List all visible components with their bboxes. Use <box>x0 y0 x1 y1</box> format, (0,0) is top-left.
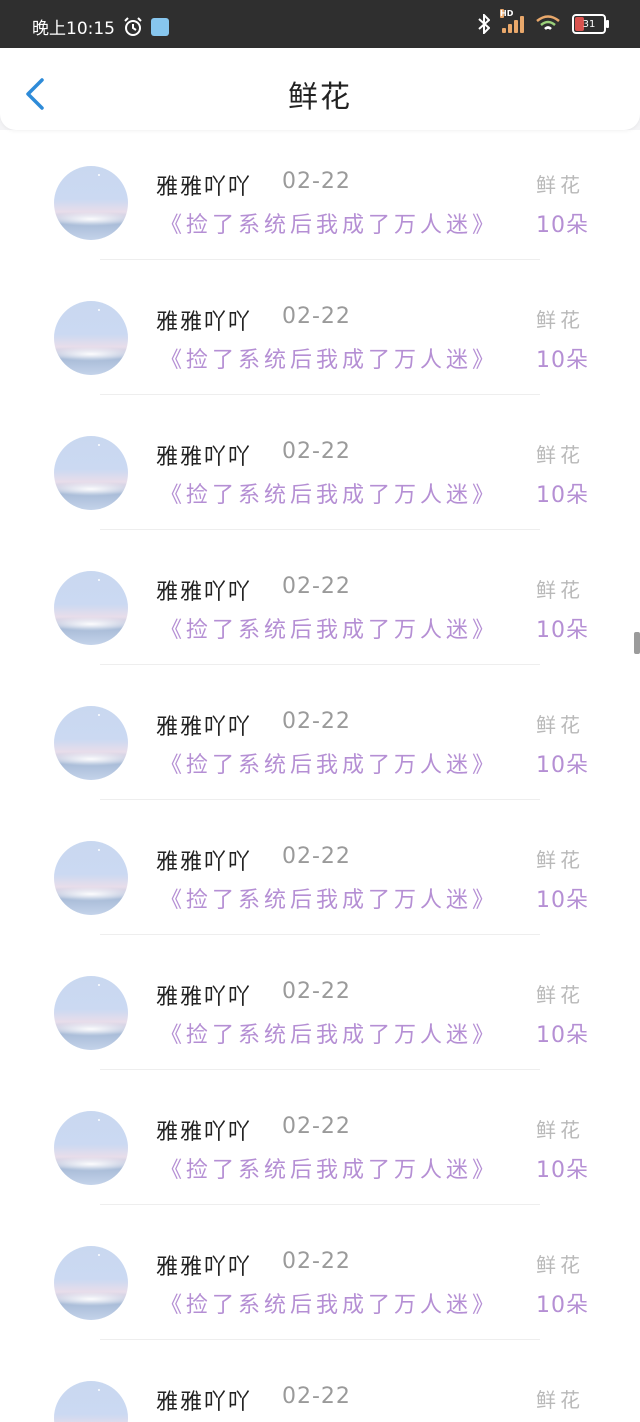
avatar[interactable] <box>54 706 128 780</box>
user-name: 雅雅吖吖 <box>156 580 253 605</box>
wifi-icon <box>536 15 560 33</box>
gift-amount: 10朵 <box>536 753 589 778</box>
user-name: 雅雅吖吖 <box>156 1390 253 1415</box>
list-item[interactable]: 雅雅吖吖 02-22 《捡了系统后我成了万人迷》 鲜花 10朵 <box>0 1340 640 1422</box>
gift-type: 鲜花 <box>536 848 584 872</box>
record-date: 02-22 <box>282 1114 351 1139</box>
book-title-link[interactable]: 《捡了系统后我成了万人迷》 <box>160 477 498 509</box>
list-item[interactable]: 雅雅吖吖 02-22 《捡了系统后我成了万人迷》 鲜花 10朵 <box>0 130 640 260</box>
user-name: 雅雅吖吖 <box>156 1120 253 1145</box>
book-title-link[interactable]: 《捡了系统后我成了万人迷》 <box>160 207 498 239</box>
record-date: 02-22 <box>282 979 351 1004</box>
record-date: 02-22 <box>282 709 351 734</box>
gift-type: 鲜花 <box>536 713 584 737</box>
record-date: 02-22 <box>282 1384 351 1409</box>
avatar[interactable] <box>54 166 128 240</box>
record-date: 02-22 <box>282 1249 351 1274</box>
user-name: 雅雅吖吖 <box>156 985 253 1010</box>
list-item[interactable]: 雅雅吖吖 02-22 《捡了系统后我成了万人迷》 鲜花 10朵 <box>0 800 640 935</box>
list-item[interactable]: 雅雅吖吖 02-22 《捡了系统后我成了万人迷》 鲜花 10朵 <box>0 1205 640 1340</box>
book-title-link[interactable]: 《捡了系统后我成了万人迷》 <box>160 612 498 644</box>
gift-type: 鲜花 <box>536 443 584 467</box>
gift-type: 鲜花 <box>536 1253 584 1277</box>
list-item[interactable]: 雅雅吖吖 02-22 《捡了系统后我成了万人迷》 鲜花 10朵 <box>0 395 640 530</box>
book-title-link[interactable]: 《捡了系统后我成了万人迷》 <box>160 342 498 374</box>
gift-type: 鲜花 <box>536 1118 584 1142</box>
gift-amount: 10朵 <box>536 483 589 508</box>
top-nav-bar: 鲜花 <box>0 48 640 130</box>
gift-record-list[interactable]: 雅雅吖吖 02-22 《捡了系统后我成了万人迷》 鲜花 10朵 雅雅吖吖 02-… <box>0 130 640 1422</box>
gift-amount: 10朵 <box>536 888 589 913</box>
avatar[interactable] <box>54 1111 128 1185</box>
gift-amount: 10朵 <box>536 1023 589 1048</box>
gift-amount: 10朵 <box>536 348 589 373</box>
user-name: 雅雅吖吖 <box>156 445 253 470</box>
gift-type: 鲜花 <box>536 173 584 197</box>
signal-icon: HD <box>500 9 524 33</box>
record-date: 02-22 <box>282 439 351 464</box>
page-title: 鲜花 <box>288 80 352 115</box>
avatar[interactable] <box>54 436 128 510</box>
gift-type: 鲜花 <box>536 308 584 332</box>
user-name: 雅雅吖吖 <box>156 1255 253 1280</box>
avatar[interactable] <box>54 841 128 915</box>
status-bar: 晚上10:15 HD 31 <box>0 0 640 48</box>
book-title-link[interactable]: 《捡了系统后我成了万人迷》 <box>160 1017 498 1049</box>
app-notification-icon <box>151 17 169 36</box>
user-name: 雅雅吖吖 <box>156 850 253 875</box>
bluetooth-icon <box>478 14 490 34</box>
list-item[interactable]: 雅雅吖吖 02-22 《捡了系统后我成了万人迷》 鲜花 10朵 <box>0 1070 640 1205</box>
record-date: 02-22 <box>282 304 351 329</box>
book-title-link[interactable]: 《捡了系统后我成了万人迷》 <box>160 1287 498 1319</box>
avatar[interactable] <box>54 1381 128 1422</box>
user-name: 雅雅吖吖 <box>156 715 253 740</box>
gift-amount: 10朵 <box>536 1293 589 1318</box>
list-item[interactable]: 雅雅吖吖 02-22 《捡了系统后我成了万人迷》 鲜花 10朵 <box>0 530 640 665</box>
scrollbar[interactable] <box>634 632 640 654</box>
avatar[interactable] <box>54 301 128 375</box>
list-item[interactable]: 雅雅吖吖 02-22 《捡了系统后我成了万人迷》 鲜花 10朵 <box>0 260 640 395</box>
list-item[interactable]: 雅雅吖吖 02-22 《捡了系统后我成了万人迷》 鲜花 10朵 <box>0 935 640 1070</box>
gift-amount: 10朵 <box>536 213 589 238</box>
gift-type: 鲜花 <box>536 578 584 602</box>
record-date: 02-22 <box>282 169 351 194</box>
book-title-link[interactable]: 《捡了系统后我成了万人迷》 <box>160 747 498 779</box>
record-date: 02-22 <box>282 574 351 599</box>
avatar[interactable] <box>54 571 128 645</box>
status-time: 晚上10:15 <box>32 19 115 39</box>
battery-icon: 31 <box>572 14 609 34</box>
gift-amount: 10朵 <box>536 618 589 643</box>
user-name: 雅雅吖吖 <box>156 175 253 200</box>
book-title-link[interactable]: 《捡了系统后我成了万人迷》 <box>160 1152 498 1184</box>
avatar[interactable] <box>54 976 128 1050</box>
list-item[interactable]: 雅雅吖吖 02-22 《捡了系统后我成了万人迷》 鲜花 10朵 <box>0 665 640 800</box>
battery-percent: 31 <box>582 18 596 30</box>
gift-type: 鲜花 <box>536 1388 584 1412</box>
gift-amount: 10朵 <box>536 1158 589 1183</box>
alarm-icon <box>123 16 143 37</box>
record-date: 02-22 <box>282 844 351 869</box>
gift-type: 鲜花 <box>536 983 584 1007</box>
user-name: 雅雅吖吖 <box>156 310 253 335</box>
avatar[interactable] <box>54 1246 128 1320</box>
book-title-link[interactable]: 《捡了系统后我成了万人迷》 <box>160 882 498 914</box>
